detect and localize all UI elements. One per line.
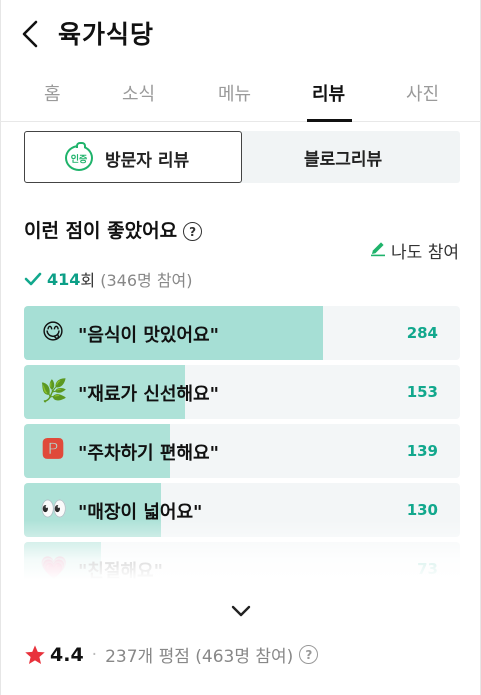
page-title: 육가식당	[58, 20, 155, 49]
keyword-label: "재료가 신선해요"	[78, 384, 219, 405]
participate-button[interactable]: 나도 참여	[369, 238, 459, 263]
section-title-text: 이런 점이 좋았어요	[24, 220, 178, 242]
keyword-count: 139	[406, 442, 438, 460]
delicious-face-icon: 😋	[41, 320, 65, 345]
tab-home[interactable]: 홈	[44, 80, 61, 106]
pencil-icon	[369, 239, 387, 262]
keyword-count: 130	[406, 501, 438, 519]
keyword-row[interactable]: 🅿 "주차하기 편해요" 139	[24, 424, 460, 478]
visitor-review-label: 방문자 리뷰	[105, 151, 190, 171]
rating-summary: 4.4 · 237개 평점 (463명 참여) ?	[24, 642, 319, 667]
header: 육가식당	[0, 0, 481, 64]
blog-review-label: 블로그리뷰	[304, 150, 383, 170]
section-title: 이런 점이 좋았어요?	[24, 216, 203, 243]
keyword-label: "주차하기 편해요"	[78, 443, 219, 464]
heart-icon: 💗	[40, 556, 68, 580]
keyword-label: "친절해요"	[78, 561, 163, 580]
check-icon	[24, 271, 42, 287]
keyword-row[interactable]: 🌿 "재료가 신선해요" 153	[24, 365, 460, 419]
tab-news[interactable]: 소식	[122, 80, 155, 106]
active-tab-indicator	[307, 119, 352, 122]
summary-line: 414 회 (346명 참여)	[24, 267, 193, 291]
visitor-review-button[interactable]: 인증 방문자 리뷰	[24, 131, 242, 183]
keyword-row[interactable]: 👀 "매장이 넓어요" 130	[24, 483, 460, 537]
help-icon[interactable]: ?	[183, 222, 203, 241]
blog-review-button[interactable]: 블로그리뷰	[242, 131, 460, 183]
tab-bar: 홈 소식 메뉴 리뷰 사진	[0, 70, 481, 122]
keyword-count: 284	[406, 324, 438, 342]
rating-meta: 237개 평점 (463명 참여)	[105, 647, 294, 667]
parking-icon: 🅿	[41, 438, 64, 463]
keyword-count: 73	[417, 560, 438, 578]
review-type-toggle: 인증 방문자 리뷰 블로그리뷰	[24, 131, 460, 183]
rating-score: 4.4	[50, 643, 84, 666]
tab-menu[interactable]: 메뉴	[218, 80, 251, 106]
tab-photos[interactable]: 사진	[406, 80, 439, 106]
participate-label: 나도 참여	[391, 243, 459, 263]
rating-separator: ·	[91, 644, 98, 665]
back-icon[interactable]	[18, 18, 46, 50]
summary-count: 414	[47, 269, 81, 289]
leaf-icon: 🌿	[40, 379, 68, 404]
keyword-row[interactable]: 😋 "음식이 맛있어요" 284	[24, 306, 460, 360]
help-icon[interactable]: ?	[299, 645, 319, 664]
tab-reviews[interactable]: 리뷰	[312, 80, 345, 106]
chevron-down-icon[interactable]	[226, 598, 256, 626]
star-icon	[24, 644, 46, 666]
eyes-icon: 👀	[40, 497, 68, 522]
keyword-label: "음식이 맛있어요"	[78, 325, 219, 346]
keyword-count: 153	[406, 383, 438, 401]
summary-unit: 회	[80, 271, 96, 290]
certified-badge-icon: 인증	[65, 142, 93, 171]
keyword-list: 😋 "음식이 맛있어요" 284 🌿 "재료가 신선해요" 153 🅿 "주차하…	[24, 306, 460, 580]
keyword-label: "매장이 넓어요"	[78, 502, 203, 523]
summary-participants: (346명 참여)	[100, 271, 193, 290]
keyword-row[interactable]: 💗 "친절해요" 73	[24, 542, 460, 580]
